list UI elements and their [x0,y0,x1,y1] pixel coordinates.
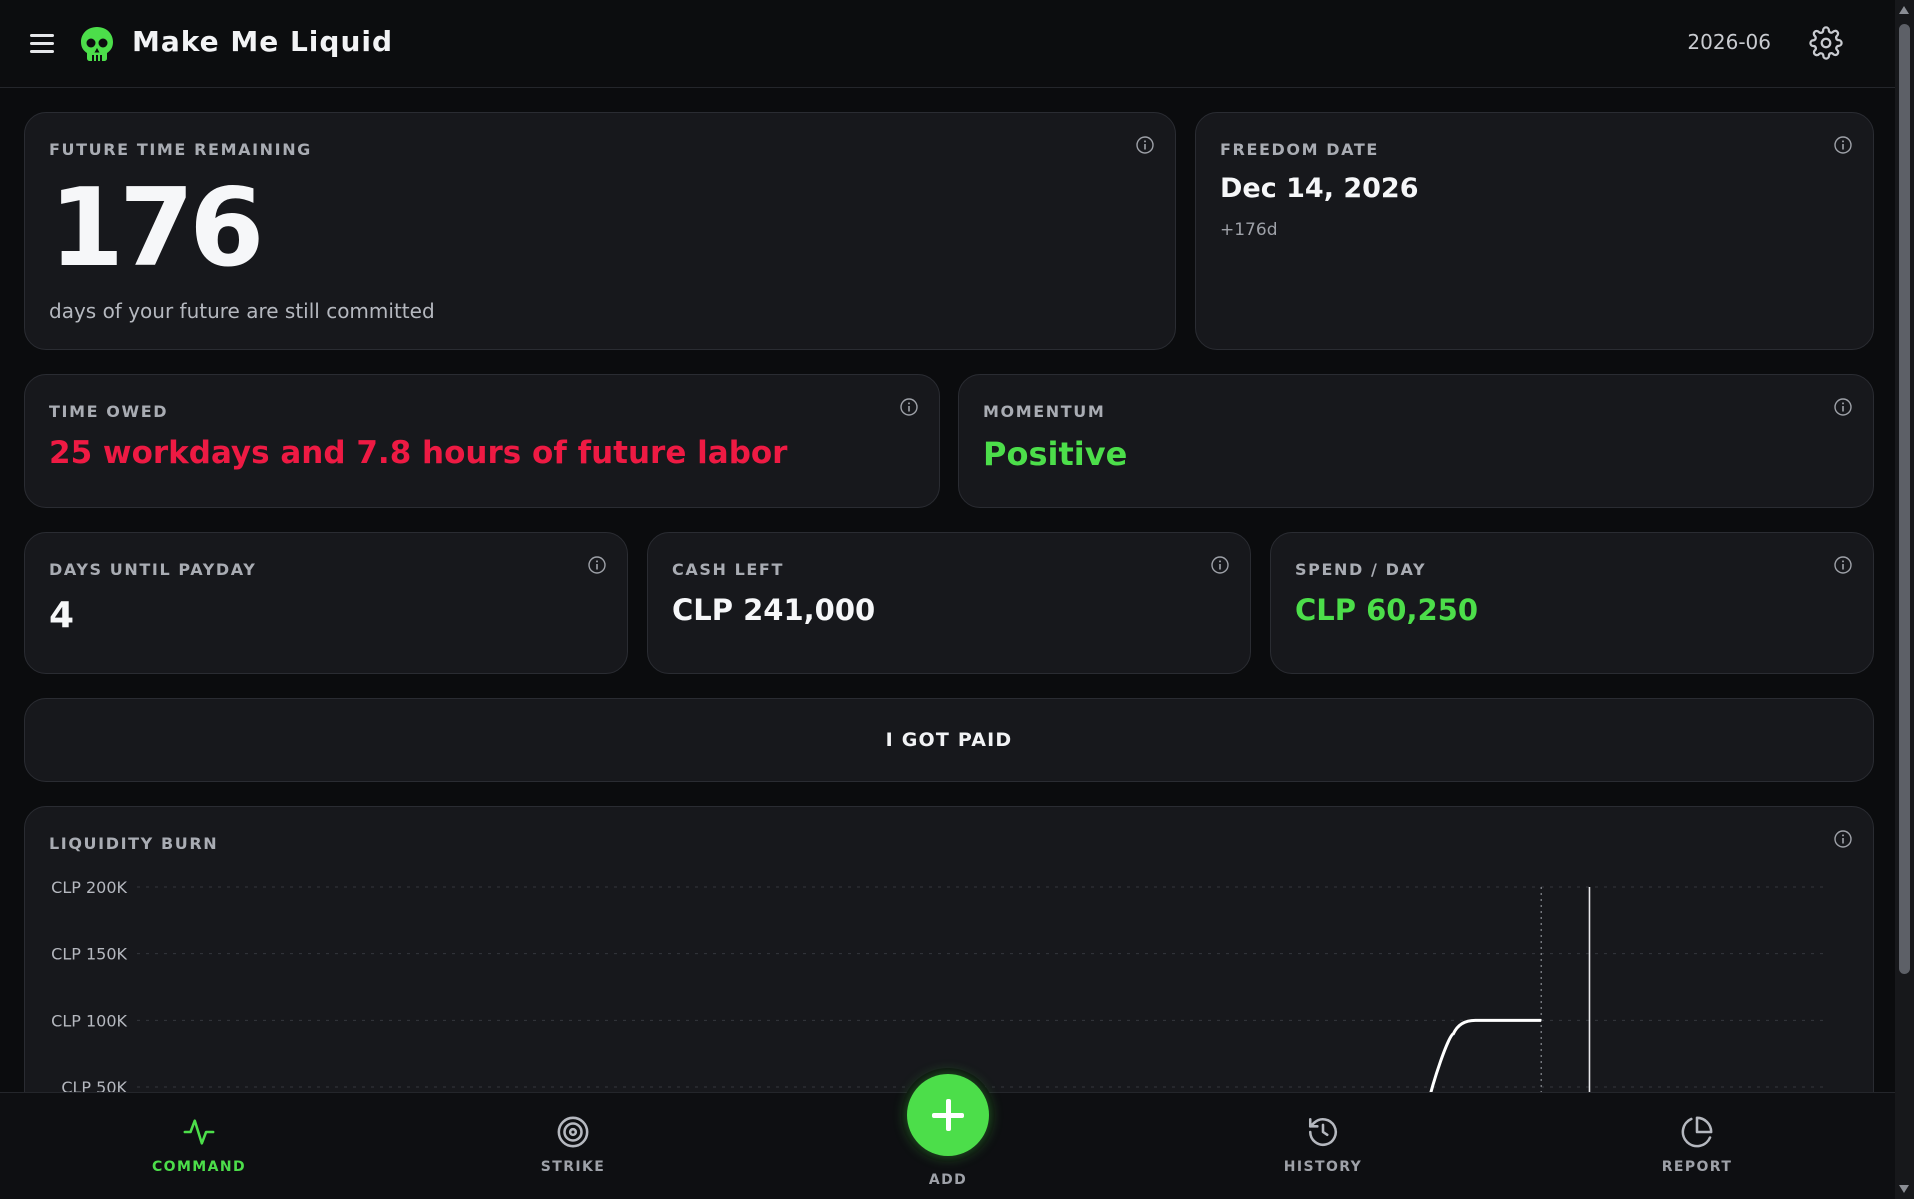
nav-label: STRIKE [540,1159,606,1175]
got-paid-label: I GOT PAID [885,729,1013,751]
momentum-value: Positive [983,435,1128,473]
add-button-fill [907,1074,989,1156]
nav-command[interactable]: COMMAND [119,1115,279,1185]
got-paid-button[interactable]: I GOT PAID [24,698,1874,782]
momentum-card: MOMENTUM Positive [958,374,1874,508]
history-clock-icon [1308,1117,1338,1147]
y-tick-label: CLP 100K [51,1011,127,1030]
nav-label: REPORT [1661,1159,1733,1175]
period-selector[interactable]: 2026-06 [1687,30,1771,54]
future-time-card: FUTURE TIME REMAINING 176 days of your f… [24,112,1176,350]
hamburger-menu-icon[interactable] [28,30,58,56]
freedom-date-card: FREEDOM DATE Dec 14, 2026 +176d [1195,112,1874,350]
pie-chart-icon [1681,1116,1713,1148]
card-label: FREEDOM DATE [1220,140,1379,159]
future-days-value: 176 [49,166,264,291]
nav-strike[interactable]: STRIKE [493,1115,653,1185]
app-title: Make Me Liquid [132,25,394,58]
scroll-down-arrow-icon[interactable] [1899,1185,1909,1193]
card-label: SPEND / DAY [1295,560,1427,579]
info-icon[interactable] [899,397,919,417]
nav-report[interactable]: REPORT [1617,1115,1777,1185]
nav-label: HISTORY [1283,1159,1363,1175]
spend-per-day-value: CLP 60,250 [1295,593,1479,627]
info-icon[interactable] [587,555,607,575]
info-icon[interactable] [1833,397,1853,417]
target-icon [557,1116,589,1148]
plus-icon [932,1099,964,1131]
gear-icon[interactable] [1809,26,1843,60]
activity-pulse-icon [183,1119,215,1145]
y-tick-label: CLP 150K [51,945,127,964]
freedom-date-value: Dec 14, 2026 [1220,173,1419,204]
scroll-thumb[interactable] [1899,24,1910,974]
nav-label: COMMAND [151,1159,246,1175]
app-header: Make Me Liquid 2026-06 [0,0,1895,88]
spend-per-day-card: SPEND / DAY CLP 60,250 [1270,532,1874,674]
cash-left-value: CLP 241,000 [672,593,876,627]
info-icon[interactable] [1210,555,1230,575]
scroll-up-arrow-icon[interactable] [1899,6,1909,14]
freedom-date-delta: +176d [1220,220,1278,240]
card-label: MOMENTUM [983,402,1106,421]
card-label: DAYS UNTIL PAYDAY [49,560,257,579]
future-days-caption: days of your future are still committed [49,299,435,323]
info-icon[interactable] [1833,555,1853,575]
add-label: ADD [928,1172,968,1188]
time-owed-card: TIME OWED 25 workdays and 7.8 hours of f… [24,374,940,508]
card-label: TIME OWED [49,402,169,421]
add-button[interactable] [901,1068,995,1162]
cash-left-card: CASH LEFT CLP 241,000 [647,532,1251,674]
info-icon[interactable] [1135,135,1155,155]
card-label: FUTURE TIME REMAINING [49,140,312,159]
time-owed-value: 25 workdays and 7.8 hours of future labo… [49,435,788,471]
skull-icon [81,27,113,61]
days-until-payday-card: DAYS UNTIL PAYDAY 4 [24,532,628,674]
nav-history[interactable]: HISTORY [1243,1115,1403,1185]
scrollbar[interactable] [1895,0,1914,1199]
liquidity-burn-chart: CLP 200KCLP 150KCLP 100KCLP 50K [51,878,1828,1107]
info-icon[interactable] [1833,135,1853,155]
y-tick-label: CLP 200K [51,878,127,897]
card-label: CASH LEFT [672,560,784,579]
days-until-payday-value: 4 [49,595,75,636]
